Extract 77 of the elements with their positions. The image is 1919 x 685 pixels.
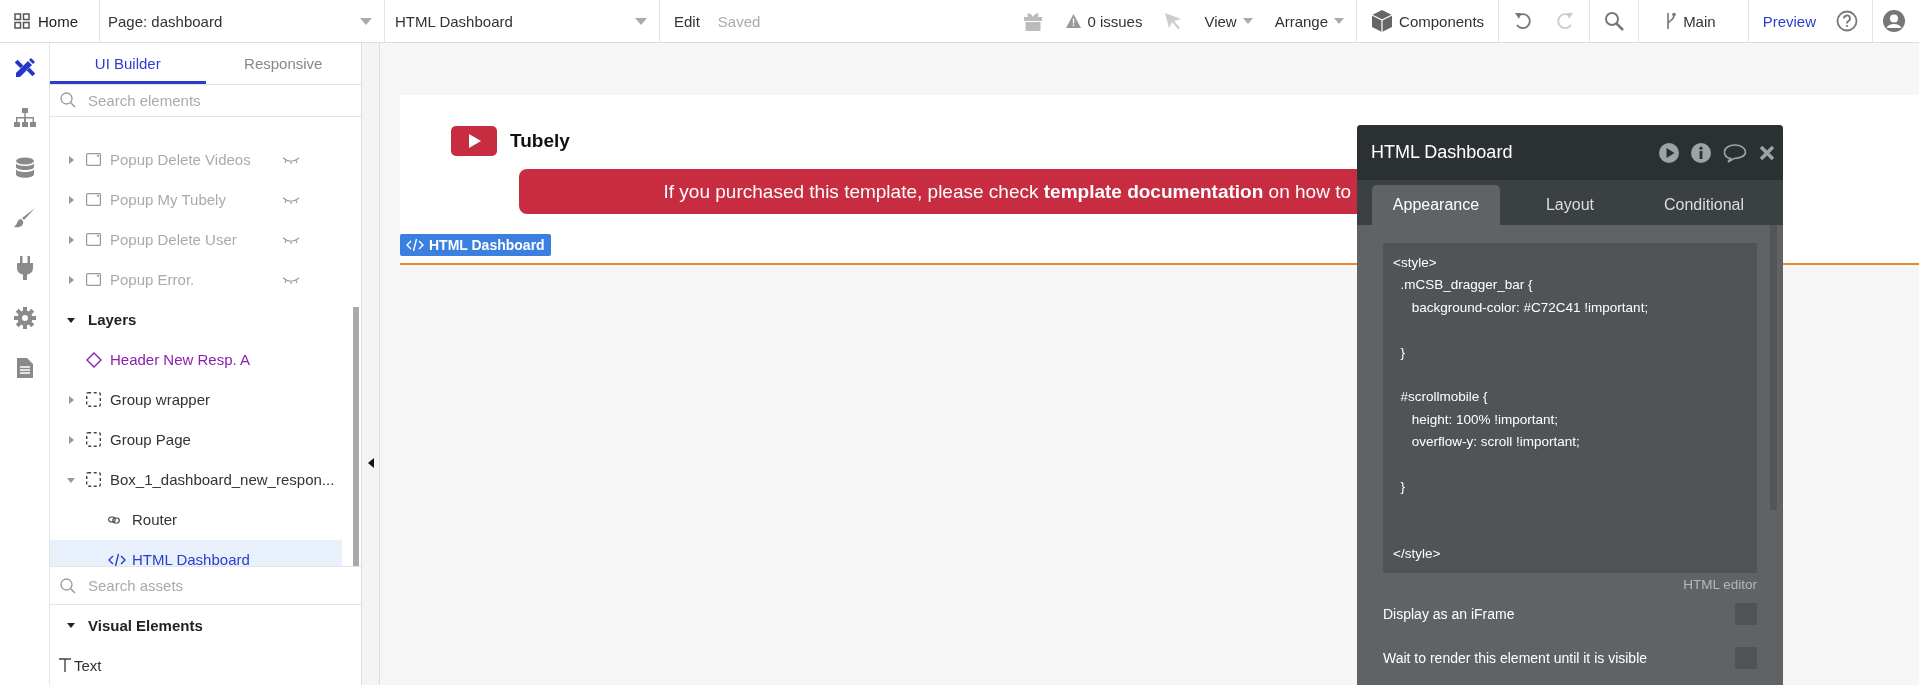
tree-item[interactable]: Router xyxy=(50,499,342,540)
hidden-eye-icon[interactable] xyxy=(282,235,300,244)
page-dropdown[interactable]: Page: dashboard xyxy=(100,0,385,42)
element-dropdown[interactable]: HTML Dashboard xyxy=(385,0,660,42)
editor-label: HTML editor xyxy=(1683,577,1757,592)
gift-icon[interactable] xyxy=(1022,10,1045,32)
dashed-square-icon xyxy=(86,472,101,488)
diamond-icon xyxy=(86,351,102,368)
info-icon[interactable] xyxy=(1691,142,1711,163)
element-item[interactable]: Text xyxy=(50,645,342,685)
code-icon xyxy=(406,238,424,252)
tree-item[interactable]: Header New Resp. A xyxy=(50,339,342,380)
scrollbar[interactable] xyxy=(1770,225,1777,510)
section-header[interactable]: Visual Elements xyxy=(50,605,342,645)
code-icon xyxy=(108,552,126,567)
panel-tab[interactable]: Appearance xyxy=(1372,185,1500,225)
element-tag: HTML Dashboard xyxy=(400,234,551,256)
avatar-icon[interactable] xyxy=(1883,10,1905,32)
home-button[interactable]: Home xyxy=(0,0,100,42)
branch-button[interactable]: Main xyxy=(1665,12,1716,30)
arrange-menu[interactable]: Arrange xyxy=(1274,12,1345,30)
close-icon[interactable] xyxy=(1759,144,1775,161)
grid-icon xyxy=(14,13,30,29)
sidebar-tab[interactable]: UI Builder xyxy=(50,43,206,84)
view-menu[interactable]: View xyxy=(1204,12,1253,30)
collapse-icon[interactable] xyxy=(367,458,374,468)
hidden-eye-icon[interactable] xyxy=(282,195,300,204)
settings-tab[interactable] xyxy=(11,305,38,331)
edit-button[interactable]: Edit xyxy=(674,12,700,30)
banner-text: If you purchased this template, please check template documentation on how to xyxy=(663,180,1351,203)
caret-icon xyxy=(1242,18,1253,24)
hidden-eye-icon[interactable] xyxy=(282,275,300,284)
cube-icon xyxy=(1371,9,1394,33)
window-icon xyxy=(86,273,101,287)
issues-button[interactable]: 0 issues xyxy=(1066,12,1143,30)
code-editor[interactable]: <style> .mCSB_dragger_bar { background-color: #C72C41 !important; } #scrollmobile { height: 100% !important; overflow-y: scroll !important; } </style> xyxy=(1383,243,1757,573)
hidden-eye-icon[interactable] xyxy=(282,155,300,164)
tree-item[interactable]: Group wrapper xyxy=(50,379,342,420)
preview-button[interactable]: Preview xyxy=(1762,12,1816,30)
caret-icon xyxy=(66,620,76,630)
search-field[interactable]: Search elements xyxy=(86,90,361,110)
tree-item[interactable]: Group Page xyxy=(50,419,342,460)
panel-tab[interactable]: Conditional xyxy=(1640,185,1768,225)
help-icon[interactable] xyxy=(1836,10,1858,32)
panel-tab[interactable]: Layout xyxy=(1506,185,1634,225)
window-icon xyxy=(86,193,101,207)
dashed-square-icon xyxy=(86,392,101,408)
window-icon xyxy=(86,153,101,167)
tree-item[interactable]: HTML Dashboard xyxy=(50,539,342,567)
tree-item[interactable]: Layers xyxy=(50,299,342,340)
app-name: Tubely xyxy=(510,130,570,152)
play-logo-icon xyxy=(451,126,497,156)
scrollbar[interactable] xyxy=(353,306,359,567)
code-text: <style> .mCSB_dragger_bar { background-color: #C72C41 !important; } #scrollmobile { height: 100% !important; overflow-y: scroll !important; } </style> xyxy=(1393,254,1650,564)
window-icon xyxy=(86,233,101,247)
save-status: Saved xyxy=(717,12,761,30)
tree-item[interactable]: Box_1_dashboard_new_respon... xyxy=(50,459,342,500)
panel-title: HTML Dashboard xyxy=(1371,142,1513,163)
comment-icon[interactable] xyxy=(1723,142,1747,163)
caret-icon xyxy=(1334,18,1345,24)
search-icon xyxy=(60,577,76,594)
undo-icon[interactable] xyxy=(1513,11,1534,31)
branch-icon xyxy=(1665,12,1678,30)
dashed-square-icon xyxy=(86,432,101,448)
caret-icon xyxy=(360,17,372,25)
link-icon xyxy=(108,515,120,524)
search-icon xyxy=(60,92,76,109)
search-icon[interactable] xyxy=(1604,11,1625,31)
sidebar-tab[interactable]: Responsive xyxy=(205,43,361,84)
option-label: Display as an iFrame xyxy=(1383,606,1515,622)
caret-icon xyxy=(635,17,647,25)
search-field[interactable]: Search assets xyxy=(86,576,361,596)
play-icon[interactable] xyxy=(1659,142,1679,163)
components-button[interactable]: Components xyxy=(1371,9,1485,33)
option-label: Wait to render this element until it is visible xyxy=(1383,650,1648,666)
text-icon xyxy=(58,658,72,672)
warning-icon xyxy=(1066,14,1082,28)
